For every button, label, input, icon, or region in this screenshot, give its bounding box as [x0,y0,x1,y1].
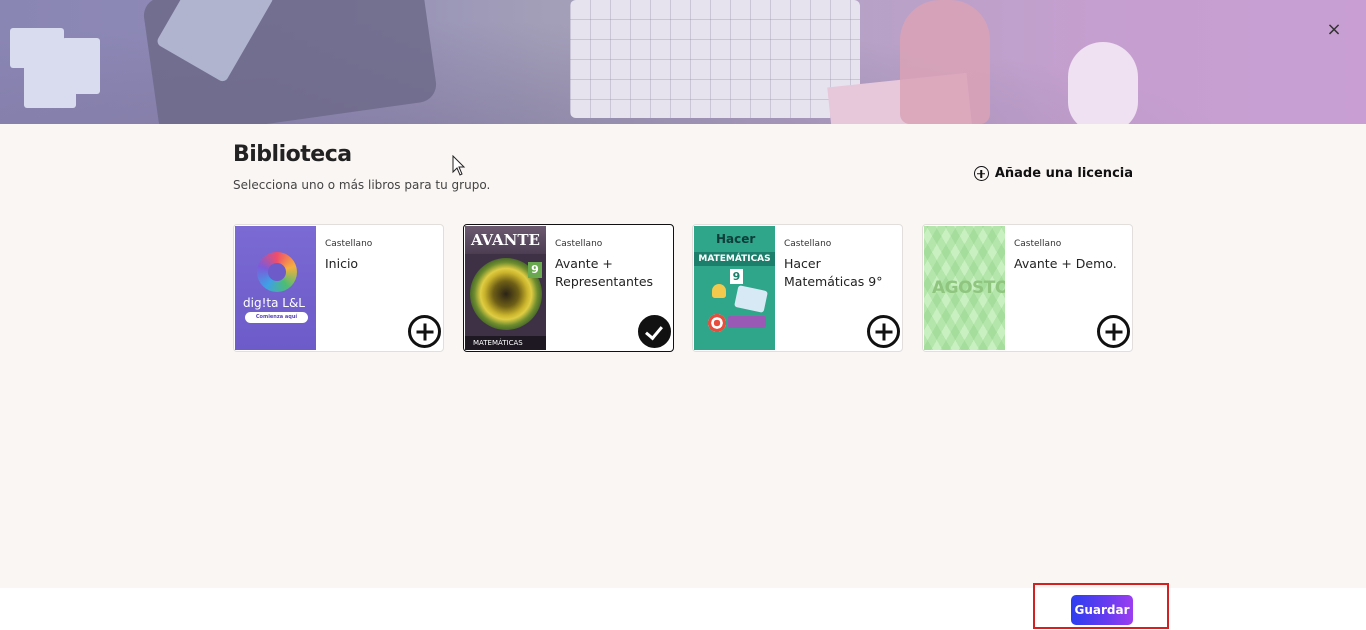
cover-brand: AVANTE [471,231,540,249]
block-illustration [10,28,64,68]
book-meta: Castellano Avante + Representantes [555,239,670,291]
target-illustration [708,314,726,332]
piano-illustration [728,316,766,328]
keyboard-illustration [570,0,860,118]
cover-grade: 9 [730,269,743,284]
cover-grade: 9 [528,262,542,278]
header-banner-image [0,0,1366,124]
book-name: Hacer Matemáticas 9° [784,256,883,289]
book-cover: dig!ta L&L Comienza aquí [235,226,316,350]
mouse-illustration [1068,42,1138,124]
plus-icon-stem [882,323,885,340]
block-illustration [62,38,100,94]
book-language: Castellano [784,239,832,249]
save-button[interactable]: Guardar [1071,595,1133,625]
cover-logo-text: dig!ta L&L [243,296,305,310]
book-card-inicio[interactable]: dig!ta L&L Comienza aquí Castellano Inic… [233,224,444,352]
close-button[interactable]: × [1324,20,1344,40]
book-card-hacer-matematicas[interactable]: Hacer MATEMÁTICAS 9 Castellano Hacer Mat… [692,224,903,352]
book-name: Avante + Representantes [555,256,654,289]
book-cover: AVANTE 9 MATEMÁTICAS [465,226,546,350]
book-language: Castellano [325,239,373,249]
book-meta: Castellano Inicio [325,239,440,273]
add-book-button[interactable] [1097,315,1130,348]
plus-icon-stem [423,323,426,340]
add-license-label: Añade una licencia [994,166,1133,181]
hand-illustration [900,0,990,124]
digita-logo-icon [257,252,297,292]
cover-brand: Hacer [716,232,756,246]
book-cover: Hacer MATEMÁTICAS 9 [694,226,775,350]
plus-icon-stem [1112,323,1115,340]
add-book-button[interactable] [408,315,441,348]
book-card-avante-representantes[interactable]: AVANTE 9 MATEMÁTICAS Castellano Avante +… [463,224,674,352]
book-name: Avante + Demo. [1014,256,1117,271]
book-meta: Castellano Hacer Matemáticas 9° [784,239,899,291]
cover-subject: MATEMÁTICAS [465,336,546,350]
screen-illustration [734,285,768,313]
cover-subject: MATEMÁTICAS [694,252,775,266]
selected-book-button[interactable] [638,315,671,348]
book-meta: Castellano Avante + Demo. [1014,239,1129,273]
book-list: dig!ta L&L Comienza aquí Castellano Inic… [233,224,1133,352]
book-card-avante-demo[interactable]: AGOSTO Castellano Avante + Demo. [922,224,1133,352]
checkmark-icon [645,321,663,341]
book-language: Castellano [1014,239,1062,249]
bell-illustration [712,284,726,298]
save-highlight-box: Guardar [1033,583,1169,629]
book-name: Inicio [325,256,359,271]
plus-circle-icon [973,166,989,181]
book-cover: AGOSTO [924,226,1005,350]
cover-pill-text: Comienza aquí [245,312,308,323]
book-language: Castellano [555,239,603,249]
add-book-button[interactable] [867,315,900,348]
mouse-cursor-icon [452,155,466,176]
add-license-button[interactable]: Añade una licencia [973,166,1133,181]
page-title: Biblioteca [233,142,352,167]
page-subtitle: Selecciona uno o más libros para tu grup… [233,178,491,192]
cover-word: AGOSTO [932,278,1005,298]
